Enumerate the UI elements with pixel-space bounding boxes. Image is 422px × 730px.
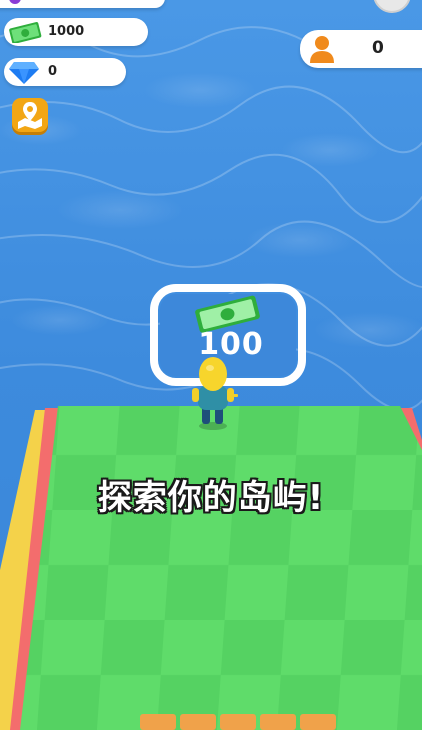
top-resource-pill <box>0 0 165 8</box>
caption-text: 探索你的岛屿! <box>97 478 325 518</box>
gem-counter: 0 <box>4 58 126 86</box>
player-icon <box>310 36 334 63</box>
player-count: 0 <box>372 38 384 58</box>
player-counter: 0 <box>300 30 422 68</box>
potion-icon <box>9 0 21 4</box>
gem-icon <box>9 62 39 84</box>
gem-value: 0 <box>48 64 58 79</box>
map-location-icon <box>18 102 42 129</box>
gear-icon[interactable] <box>372 0 412 14</box>
cash-value: 1000 <box>48 24 85 39</box>
player-character <box>192 357 238 430</box>
island-ground <box>0 406 422 730</box>
cash-counter: 1000 <box>4 18 148 46</box>
map-button[interactable] <box>12 98 48 132</box>
cash-icon <box>9 22 42 43</box>
